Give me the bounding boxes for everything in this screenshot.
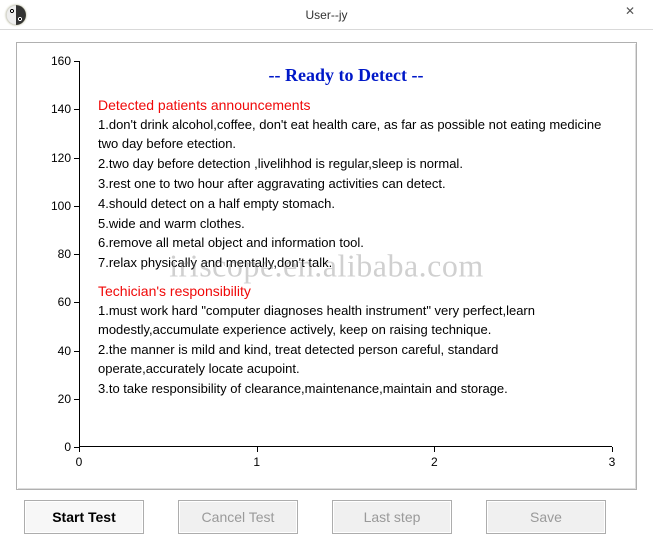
x-tick-mark [434,447,435,452]
y-tick-mark [74,206,79,207]
plot-area: -- Ready to Detect -- Detected patients … [79,61,612,447]
announcement-item: 7.relax physically and mentally,don't ta… [98,254,604,273]
chart-area: -- Ready to Detect -- Detected patients … [27,55,626,479]
x-tick-label: 0 [76,455,83,469]
responsibility-list: 1.must work hard "computer diagnoses hea… [98,302,604,398]
ready-title: -- Ready to Detect -- [80,65,612,86]
y-tick-mark [74,254,79,255]
start-test-button[interactable]: Start Test [24,500,144,534]
cancel-test-button[interactable]: Cancel Test [178,500,298,534]
y-tick-label: 80 [27,247,79,261]
x-tick-mark [79,447,80,452]
y-tick-label: 40 [27,344,79,358]
y-tick-label: 160 [27,54,79,68]
y-tick-mark [74,158,79,159]
y-tick-mark [74,109,79,110]
close-icon[interactable]: ✕ [607,0,653,22]
responsibility-item: 1.must work hard "computer diagnoses hea… [98,302,604,340]
responsibility-item: 2.the manner is mild and kind, treat det… [98,341,604,379]
app-icon [6,5,26,25]
x-tick-mark [257,447,258,452]
y-tick-mark [74,351,79,352]
button-row: Start Test Cancel Test Last step Save [16,490,637,534]
y-tick-label: 60 [27,295,79,309]
announcement-item: 6.remove all metal object and informatio… [98,234,604,253]
y-tick-mark [74,302,79,303]
announcement-item: 4.should detect on a half empty stomach. [98,195,604,214]
y-tick-label: 120 [27,151,79,165]
y-tick-mark [74,399,79,400]
x-tick-mark [612,447,613,452]
x-tick-label: 3 [609,455,616,469]
title-bar: User--jy ✕ [0,0,653,30]
announcement-item: 5.wide and warm clothes. [98,215,604,234]
client-area: -- Ready to Detect -- Detected patients … [0,30,653,542]
responsibility-heading: Techician's responsibility [98,281,604,301]
announcements-list: 1.don't drink alcohol,coffee, don't eat … [98,116,604,273]
announcement-item: 2.two day before detection ,livelihhod i… [98,155,604,174]
y-tick-label: 140 [27,102,79,116]
responsibility-item: 3.to take responsibility of clearance,ma… [98,380,604,399]
x-tick-label: 2 [431,455,438,469]
y-tick-label: 20 [27,392,79,406]
last-step-button[interactable]: Last step [332,500,452,534]
main-panel: -- Ready to Detect -- Detected patients … [16,42,637,490]
content-text: Detected patients announcements 1.don't … [98,95,604,400]
y-tick-label: 0 [27,440,79,454]
announcement-item: 1.don't drink alcohol,coffee, don't eat … [98,116,604,154]
save-button[interactable]: Save [486,500,606,534]
announcement-item: 3.rest one to two hour after aggravating… [98,175,604,194]
x-tick-label: 1 [253,455,260,469]
y-tick-label: 100 [27,199,79,213]
announcements-heading: Detected patients announcements [98,95,604,115]
window-title: User--jy [306,8,348,22]
y-tick-mark [74,61,79,62]
